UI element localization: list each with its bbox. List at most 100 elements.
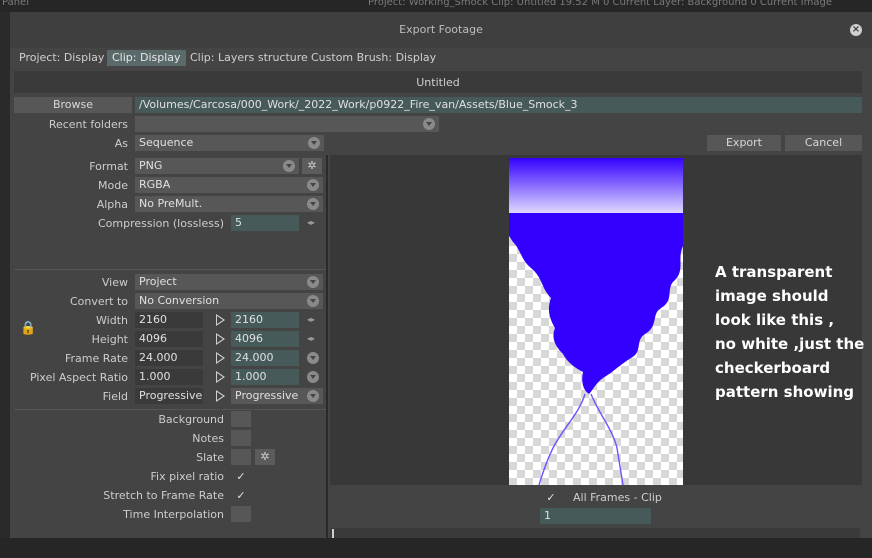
chevron-down-icon: [283, 160, 295, 172]
dialog-title: Export Footage: [399, 23, 483, 36]
background-checkbox[interactable]: [231, 411, 251, 427]
all-frames-label: All Frames - Clip: [573, 491, 662, 504]
width-input[interactable]: 2160: [231, 312, 299, 328]
height-stepper-icon[interactable]: ◂▸: [305, 331, 317, 347]
convert-to-value: No Conversion: [139, 294, 220, 307]
annotation-note: A transparent image should look like thi…: [715, 263, 865, 401]
view-value: Project: [139, 275, 177, 288]
section-divider: [14, 269, 326, 270]
chevron-down-icon: [307, 179, 319, 191]
field-dropdown[interactable]: Progressive: [231, 388, 323, 404]
pixel-aspect-ratio-input[interactable]: 1.000: [231, 369, 299, 385]
height-label: Height: [91, 333, 128, 346]
format-label: Format: [89, 160, 128, 173]
view-dropdown[interactable]: Project: [135, 274, 323, 290]
field-value: Progressive: [235, 389, 299, 402]
notes-label: Notes: [192, 432, 224, 445]
chevron-down-icon: [423, 118, 435, 130]
chevron-down-icon: [308, 137, 320, 149]
as-label: As: [114, 137, 128, 150]
slate-settings-gear-icon[interactable]: ✲: [255, 449, 275, 465]
height-input[interactable]: 4096: [231, 331, 299, 347]
width-source-value: 2160: [135, 312, 203, 328]
field-label: Field: [102, 390, 128, 403]
frame-rate-source-value: 24.000: [135, 350, 203, 366]
recent-folders-label: Recent folders: [48, 118, 128, 131]
alpha-label: Alpha: [96, 198, 128, 211]
stretch-to-frame-rate-checkmark-icon[interactable]: ✓: [235, 489, 247, 502]
play-arrow-icon[interactable]: [216, 314, 225, 326]
slate-checkbox[interactable]: [231, 449, 251, 465]
play-arrow-icon[interactable]: [216, 390, 225, 402]
frame-rate-label: Frame Rate: [65, 352, 128, 365]
clip-name-bar: Untitled: [14, 71, 862, 93]
chevron-down-icon: [307, 295, 319, 307]
chevron-down-icon[interactable]: [307, 352, 319, 364]
chevron-down-icon: [307, 198, 319, 210]
host-app-left-edge: [0, 12, 10, 558]
play-arrow-icon[interactable]: [216, 371, 225, 383]
tab-clip-layers-structure[interactable]: Clip: Layers structure: [185, 50, 313, 66]
chevron-down-icon: [307, 276, 319, 288]
compression-label: Compression (lossless): [98, 217, 224, 230]
as-value: Sequence: [139, 136, 194, 149]
all-frames-checkmark-icon[interactable]: ✓: [545, 491, 557, 504]
mode-label: Mode: [98, 179, 128, 192]
mode-dropdown[interactable]: RGBA: [135, 177, 323, 193]
alpha-dropdown[interactable]: No PreMult.: [135, 196, 323, 212]
host-app-top-strip: Panel Project: Working_Smock Clip: Untit…: [0, 0, 872, 12]
background-label: Background: [158, 413, 224, 426]
time-interpolation-label: Time Interpolation: [123, 508, 224, 521]
cancel-button[interactable]: Cancel: [785, 135, 862, 151]
preview-area: A transparent image should look like thi…: [330, 155, 865, 485]
path-field[interactable]: /Volumes/Carcosa/000_Work/_2022_Work/p09…: [135, 97, 862, 113]
time-interpolation-checkbox[interactable]: [231, 506, 251, 522]
as-dropdown[interactable]: Sequence: [135, 135, 324, 151]
compression-stepper-icon[interactable]: ◂▸: [305, 215, 317, 231]
section-divider: [14, 409, 326, 410]
view-label: View: [101, 276, 128, 289]
close-icon[interactable]: ×: [850, 24, 862, 36]
tab-custom-brush-display[interactable]: Custom Brush: Display: [306, 50, 441, 66]
fix-pixel-ratio-label: Fix pixel ratio: [150, 470, 224, 483]
frame-rate-input[interactable]: 24.000: [231, 350, 299, 366]
width-label: Width: [96, 314, 128, 327]
format-value: PNG: [139, 159, 163, 172]
export-footage-dialog: Export Footage × Project: Display Clip: …: [10, 12, 872, 550]
export-settings-panel: Format PNG ✲ Mode RGBA Alpha No PreMult.…: [14, 155, 326, 550]
smoke-fade-gradient: [509, 158, 683, 213]
recent-folders-dropdown[interactable]: [135, 116, 439, 132]
compression-input[interactable]: 5: [231, 215, 299, 231]
chevron-down-icon: [307, 390, 319, 402]
stretch-to-frame-rate-label: Stretch to Frame Rate: [103, 489, 224, 502]
dialog-title-bar: Export Footage ×: [10, 12, 872, 48]
clip-name: Untitled: [416, 76, 460, 89]
notes-checkbox[interactable]: [231, 430, 251, 446]
pixel-aspect-ratio-label: Pixel Aspect Ratio: [29, 371, 128, 384]
format-settings-gear-icon[interactable]: ✲: [302, 158, 322, 174]
play-arrow-icon[interactable]: [216, 352, 225, 364]
mode-value: RGBA: [139, 178, 171, 191]
format-dropdown[interactable]: PNG: [135, 158, 299, 174]
slate-label: Slate: [196, 451, 224, 464]
height-source-value: 4096: [135, 331, 203, 347]
export-button[interactable]: Export: [707, 135, 781, 151]
width-stepper-icon[interactable]: ◂▸: [305, 312, 317, 328]
play-arrow-icon[interactable]: [216, 333, 225, 345]
tab-clip-display[interactable]: Clip: Display: [107, 50, 186, 66]
panel-divider: [326, 155, 328, 547]
transparent-preview-image: [509, 158, 683, 485]
host-app-bottom-bar: [0, 538, 872, 558]
convert-to-label: Convert to: [69, 295, 128, 308]
frame-number-input[interactable]: 1: [540, 508, 651, 524]
pixel-aspect-ratio-source-value: 1.000: [135, 369, 203, 385]
field-source-value: Progressive: [135, 388, 203, 404]
chevron-down-icon[interactable]: [307, 371, 319, 383]
convert-to-dropdown[interactable]: No Conversion: [135, 293, 323, 309]
panel-label: Panel: [2, 0, 29, 8]
fix-pixel-ratio-checkmark-icon[interactable]: ✓: [235, 470, 247, 483]
alpha-value: No PreMult.: [139, 197, 203, 210]
tab-project-display[interactable]: Project: Display: [14, 50, 109, 66]
browse-button[interactable]: Browse: [14, 97, 132, 113]
project-info-text: Project: Working_Smock Clip: Untitled 19…: [368, 0, 832, 8]
